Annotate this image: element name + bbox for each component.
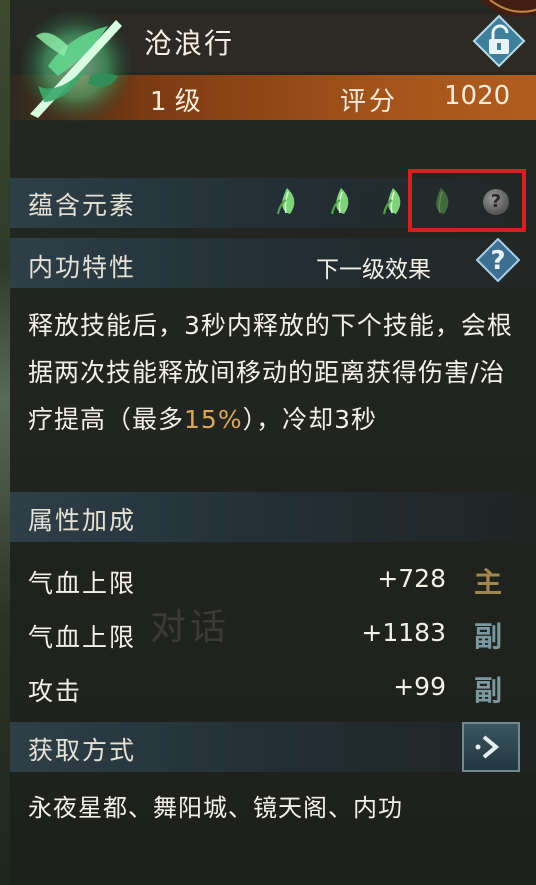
attributes-label: 属性加成 (28, 506, 137, 535)
attribute-name: 攻击 (28, 677, 83, 706)
attribute-name: 气血上限 (28, 623, 137, 652)
acquire-label: 获取方式 (28, 736, 137, 765)
attribute-tag-sub: 副 (474, 674, 503, 707)
score-value: 1020 (444, 81, 511, 111)
highlight-box (408, 169, 526, 232)
trait-label: 内功特性 (28, 253, 137, 282)
trait-help-icon[interactable]: ? (476, 238, 520, 282)
description-highlight: 15% (184, 405, 243, 434)
background-text: 对话 (150, 607, 231, 648)
next-level-effect-label[interactable]: 下一级效果 (316, 250, 431, 284)
green-leaf-icon[interactable] (328, 186, 354, 216)
attribute-value: +99 (393, 672, 446, 701)
weapon-icon (20, 10, 132, 122)
attribute-value: +1183 (361, 618, 446, 647)
goto-source-button[interactable] (462, 722, 520, 772)
elements-label: 蕴含元素 (28, 191, 137, 220)
attribute-value: +728 (377, 564, 446, 593)
attribute-tag-sub: 副 (474, 620, 503, 653)
attribute-tag-main: 主 (474, 566, 503, 599)
green-leaf-icon[interactable] (380, 186, 406, 216)
chevron-right-icon (475, 735, 500, 759)
green-leaf-icon[interactable] (274, 186, 300, 216)
item-name: 沧浪行 (144, 27, 235, 60)
trait-description: 释放技能后，3秒内释放的下个技能，会根据两次技能释放间移动的距离获得伤害/治疗提… (28, 302, 528, 443)
acquire-sources: 永夜星都、舞阳城、镜天阁、内功 (28, 794, 403, 822)
attribute-name: 气血上限 (28, 569, 137, 598)
item-header: 沧浪行 1 级 评分 1020 (10, 0, 536, 122)
description-tail: ），冷却3秒 (242, 405, 377, 434)
item-tooltip-panel: 沧浪行 1 级 评分 1020 蕴含元素 ? 内功特性 下一级效果 ? 释放技能… (10, 0, 536, 885)
item-level: 1 级 (150, 87, 201, 117)
score-label: 评分 (340, 87, 399, 117)
svg-text:?: ? (490, 246, 505, 276)
unlock-button[interactable] (472, 14, 526, 68)
